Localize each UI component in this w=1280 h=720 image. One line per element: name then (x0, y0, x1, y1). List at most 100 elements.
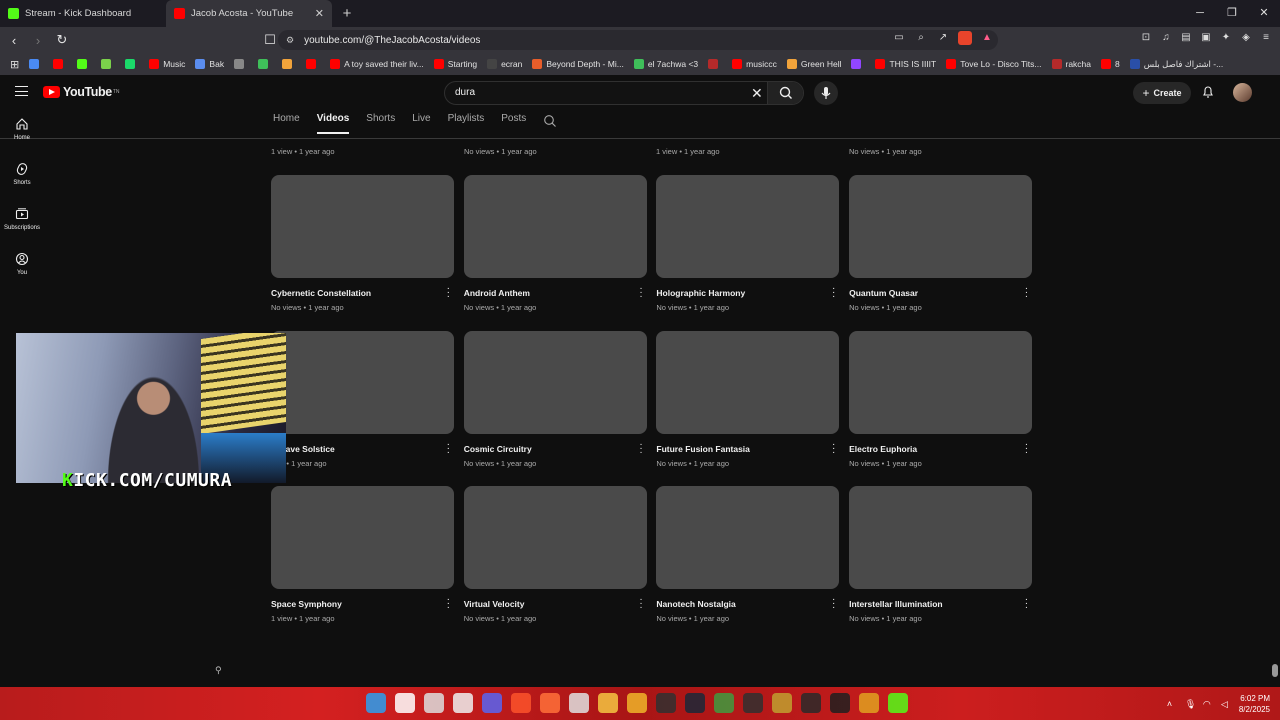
video-thumbnail[interactable] (849, 330, 1033, 434)
more-actions-icon[interactable]: · · · (1025, 595, 1028, 613)
wallet-icon[interactable]: ▣ (1200, 32, 1212, 46)
tab-videos[interactable]: Videos (316, 113, 350, 134)
minecraft-icon[interactable] (714, 693, 734, 713)
video-card[interactable]: Nanotech Nostalgia No views • 1 year ago ·… (656, 486, 840, 623)
search-box[interactable]: dura ✕ (444, 81, 804, 105)
clear-search-icon[interactable]: ✕ (751, 85, 763, 102)
bookmark-item[interactable] (101, 59, 115, 69)
youtube-logo[interactable]: YouTube TN (43, 85, 119, 99)
account-avatar[interactable] (1233, 83, 1252, 102)
zoom-icon[interactable]: ⌕ (914, 31, 928, 45)
more-actions-icon[interactable]: · · · (1025, 439, 1028, 457)
back-icon[interactable]: ‹ (4, 33, 24, 48)
video-card[interactable]: Virtual Velocity No views • 1 year ago · · · (463, 486, 647, 623)
restore-icon[interactable]: ❐ (1216, 0, 1248, 27)
tab-youtube[interactable]: Jacob Acosta - YouTube ✕ (166, 0, 332, 27)
taskview-icon[interactable] (424, 693, 444, 713)
steam-icon[interactable] (685, 693, 705, 713)
obs-icon[interactable] (656, 693, 676, 713)
menu-icon[interactable]: ≡ (1260, 32, 1272, 46)
bookmark-item[interactable]: Beyond Depth - Mi... (532, 59, 624, 69)
site-info-icon[interactable]: ⚙ (286, 35, 294, 46)
explorer-icon[interactable] (627, 693, 647, 713)
leo-icon[interactable]: ✦ (1220, 32, 1232, 46)
tab-posts[interactable]: Posts (501, 113, 526, 134)
tab-playlists[interactable]: Playlists (448, 113, 485, 134)
guide-home[interactable]: Home (0, 117, 44, 162)
video-title[interactable]: Interstellar Illumination (849, 599, 1032, 609)
video-thumbnail[interactable] (849, 175, 1033, 278)
close-window-icon[interactable]: ✕ (1248, 0, 1280, 27)
tab-kick-dashboard[interactable]: Stream - Kick Dashboard (0, 0, 166, 27)
video-thumbnail[interactable] (849, 486, 1033, 589)
video-title[interactable]: Electro Euphoria (849, 444, 1032, 454)
bookmark-item[interactable]: el 7achwa <3 (633, 59, 698, 69)
bookmark-item[interactable]: THIS IS IIIIT (875, 59, 936, 69)
tab-live[interactable]: Live (412, 113, 430, 134)
bookmark-item[interactable]: Green Hell (786, 59, 841, 69)
taskbar-clock[interactable]: 6:02 PM 8/2/2025 (1239, 693, 1270, 715)
guide-subscriptions[interactable]: Subscriptions (0, 207, 44, 252)
video-title[interactable]: Space Symphony (271, 599, 454, 609)
app2-icon[interactable] (801, 693, 821, 713)
video-title[interactable]: Nanotech Nostalgia (656, 599, 839, 609)
video-card[interactable]: Space Symphony 1 view • 1 year ago · · · (271, 486, 454, 623)
video-thumbnail[interactable] (463, 175, 647, 278)
video-title[interactable]: Android Anthem (464, 288, 647, 298)
new-tab-button[interactable]: + (338, 5, 356, 22)
bookmark-item[interactable] (53, 59, 67, 69)
cast-icon[interactable]: ▭ (892, 31, 906, 45)
more-actions-icon[interactable]: · · · (832, 439, 835, 457)
video-title[interactable]: Holographic Harmony (656, 288, 839, 298)
bookmark-item[interactable]: 8 (1101, 59, 1120, 69)
share-icon[interactable]: ↗ (936, 31, 950, 45)
bookmark-icon[interactable]: ☐ (260, 32, 280, 48)
video-title[interactable]: Quantum Quasar (849, 288, 1032, 298)
volume-icon[interactable]: ◁ (1221, 699, 1231, 709)
mic-tray-icon[interactable]: 🎙 (1185, 699, 1196, 709)
bookmark-item[interactable]: Bak (195, 59, 224, 69)
bookmark-item[interactable] (851, 59, 865, 69)
bookmark-item[interactable]: musiccc (732, 59, 777, 69)
more-actions-icon[interactable]: · · · (1025, 284, 1028, 302)
bookmark-item[interactable] (234, 59, 248, 69)
more-actions-icon[interactable]: · · · (832, 595, 835, 613)
app3-icon[interactable] (859, 693, 879, 713)
forward-icon[interactable]: › (28, 33, 48, 48)
video-card[interactable]: Future Fusion Fantasia No views • 1 year … (656, 330, 840, 468)
tab-shorts[interactable]: Shorts (366, 113, 395, 134)
video-thumbnail[interactable] (656, 330, 840, 434)
video-thumbnail[interactable] (271, 486, 454, 589)
video-thumbnail[interactable] (656, 486, 840, 589)
bookmark-item[interactable]: Music (149, 59, 185, 69)
speed-icon[interactable] (743, 693, 763, 713)
more-actions-icon[interactable]: · · · (447, 595, 450, 613)
video-title[interactable]: Future Fusion Fantasia (656, 444, 839, 454)
bookmark-item[interactable]: اشتراك فاصل بلس -... (1129, 59, 1223, 70)
chrome-icon[interactable] (569, 693, 589, 713)
tray-chevron-icon[interactable]: ˄ (1167, 699, 1177, 709)
video-title[interactable]: Cybernetic Constellation (271, 288, 454, 298)
video-card[interactable]: Cybernetic Constellation No views • 1 yea… (271, 175, 454, 312)
close-tab-icon[interactable]: ✕ (315, 7, 324, 20)
screenshot-icon[interactable]: ⊡ (1140, 32, 1152, 46)
bookmark-item[interactable]: rakcha (1051, 59, 1091, 69)
rewards-icon[interactable]: ▲ (980, 31, 994, 45)
more-actions-icon[interactable]: · · · (832, 284, 835, 302)
notifications-icon[interactable] (1201, 85, 1215, 99)
bookmark-item[interactable] (125, 59, 139, 69)
more-actions-icon[interactable]: · · · (639, 439, 642, 457)
search-input[interactable]: dura (455, 87, 475, 98)
bookmark-item[interactable]: Starting (433, 59, 477, 69)
scrollbar-thumb[interactable] (1272, 664, 1278, 677)
guide-you[interactable]: You (0, 252, 44, 297)
search-icon[interactable] (395, 693, 415, 713)
discord-icon[interactable] (482, 693, 502, 713)
search-button[interactable] (767, 82, 803, 104)
sidebar-icon[interactable]: ▤ (1180, 32, 1192, 46)
store-icon[interactable] (453, 693, 473, 713)
app1-icon[interactable] (772, 693, 792, 713)
video-title[interactable]: thwave Solstice (271, 444, 454, 454)
wifi-icon[interactable]: ◠ (1203, 699, 1213, 709)
video-card[interactable]: thwave Solstice ews • 1 year ago · · · (271, 330, 454, 468)
